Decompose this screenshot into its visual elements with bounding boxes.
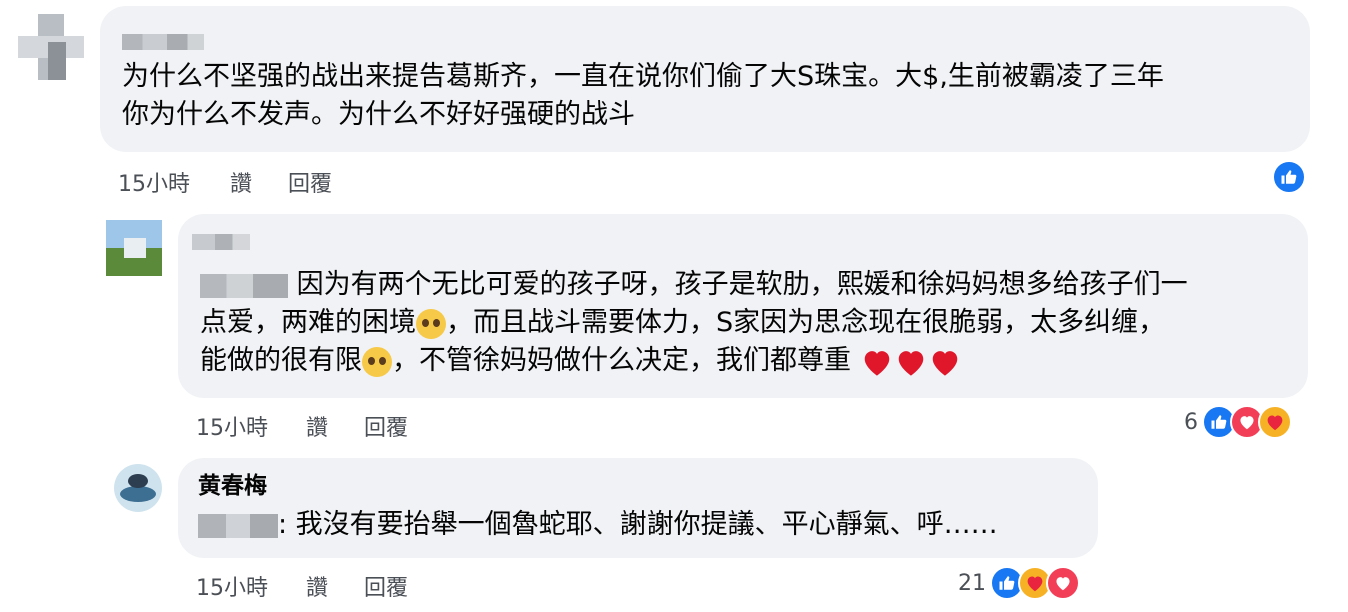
emoji-pleading bbox=[416, 308, 446, 339]
avatar[interactable] bbox=[114, 464, 162, 512]
heart-emoji-icon bbox=[932, 350, 957, 376]
reply-button[interactable]: 回覆 bbox=[288, 166, 332, 198]
care-icon bbox=[1258, 405, 1292, 439]
comment-text: : 我沒有要抬舉一個魯蛇耶、謝謝你提議、平心靜氣、呼…… bbox=[198, 506, 998, 544]
mention-blurred[interactable] bbox=[200, 273, 288, 298]
avatar[interactable] bbox=[18, 14, 84, 80]
emoji-pleading bbox=[362, 346, 392, 377]
timestamp[interactable]: 15小時 bbox=[196, 570, 268, 602]
mention-blurred[interactable] bbox=[198, 513, 278, 538]
reaction-summary[interactable] bbox=[1272, 160, 1306, 194]
comment-text: 为什么不坚强的战出来提告葛斯齐，一直在说你们偷了大S珠宝。大$,生前被霸凌了三年… bbox=[122, 61, 1164, 130]
reply-button[interactable]: 回覆 bbox=[364, 570, 408, 602]
reaction-count: 21 bbox=[958, 570, 986, 596]
author-name[interactable]: 黄春梅 bbox=[198, 468, 267, 504]
love-icon bbox=[1046, 566, 1080, 600]
like-button[interactable]: 讚 bbox=[306, 410, 328, 442]
heart-emoji-icon bbox=[898, 350, 923, 376]
reaction-summary[interactable]: 21 bbox=[958, 566, 1080, 600]
author-name-blurred[interactable] bbox=[122, 34, 204, 50]
reaction-count: 6 bbox=[1184, 409, 1198, 435]
avatar[interactable] bbox=[106, 220, 162, 276]
timestamp[interactable]: 15小時 bbox=[196, 410, 268, 442]
like-button[interactable]: 讚 bbox=[306, 570, 328, 602]
heart-emoji-icon bbox=[864, 350, 889, 376]
timestamp[interactable]: 15小時 bbox=[118, 166, 190, 198]
comment-text: 因为有两个无比可爱的孩子呀，孩子是软肋，熙媛和徐妈妈想多给孩子们一 点爱，两难的… bbox=[200, 269, 1188, 377]
author-name-blurred[interactable] bbox=[192, 234, 250, 250]
like-icon bbox=[1272, 160, 1306, 194]
reaction-summary[interactable]: 6 bbox=[1184, 405, 1292, 439]
like-button[interactable]: 讚 bbox=[230, 166, 252, 198]
reply-button[interactable]: 回覆 bbox=[364, 410, 408, 442]
